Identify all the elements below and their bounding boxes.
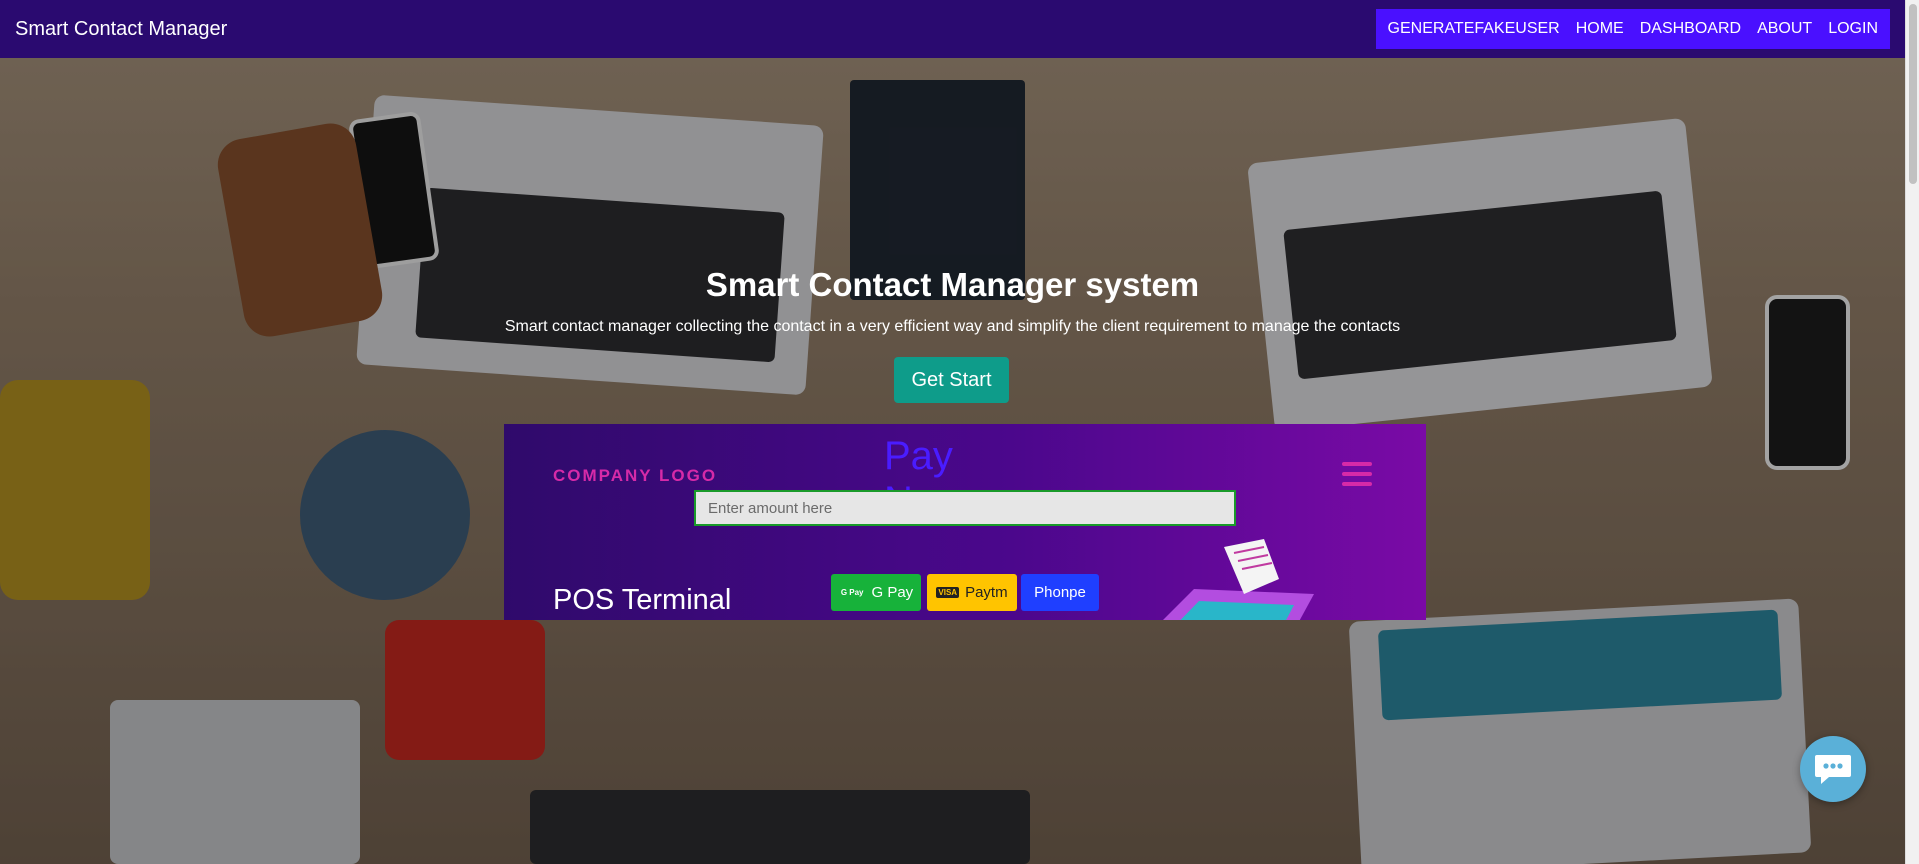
- scrollbar-thumb[interactable]: [1909, 4, 1917, 184]
- get-start-button[interactable]: Get Start: [894, 357, 1009, 403]
- nav-link-home[interactable]: HOME: [1568, 9, 1632, 49]
- brand-link[interactable]: Smart Contact Manager: [15, 18, 227, 41]
- pos-terminal-title: POS Terminal: [553, 584, 732, 616]
- nav-link-dashboard[interactable]: DASHBOARD: [1632, 9, 1749, 49]
- chat-bubble-icon: [1815, 755, 1851, 784]
- gpay-icon: G Pay: [840, 588, 864, 597]
- nav-links: GENERATEFAKEUSER HOME DASHBOARD ABOUT LO…: [1375, 9, 1890, 49]
- gpay-label: G Pay: [871, 584, 914, 601]
- phonpe-button[interactable]: Phonpe: [1021, 574, 1099, 611]
- page-scrollbar[interactable]: [1905, 0, 1919, 864]
- hero-subtitle: Smart contact manager collecting the con…: [504, 318, 1401, 335]
- nav-link-about[interactable]: ABOUT: [1749, 9, 1820, 49]
- gpay-button[interactable]: G Pay G Pay: [831, 574, 921, 611]
- paytm-label: Paytm: [965, 584, 1008, 601]
- payment-panel: COMPANY LOGO Pay Now POS Terminal G Pay …: [504, 424, 1426, 620]
- chat-bubble-button[interactable]: [1800, 736, 1866, 802]
- hamburger-menu-icon[interactable]: [1342, 462, 1372, 486]
- pos-terminal-illustration: [1163, 539, 1314, 620]
- navbar: Smart Contact Manager GENERATEFAKEUSER H…: [0, 0, 1905, 58]
- paytm-button[interactable]: VISA Paytm: [927, 574, 1017, 611]
- nav-link-generatefakeuser[interactable]: GENERATEFAKEUSER: [1380, 9, 1568, 49]
- company-logo: COMPANY LOGO: [553, 466, 718, 485]
- hero-title: Smart Contact Manager system: [705, 266, 1200, 303]
- nav-link-login[interactable]: LOGIN: [1820, 9, 1886, 49]
- visa-card-icon: VISA: [936, 587, 960, 598]
- amount-input[interactable]: [694, 490, 1236, 526]
